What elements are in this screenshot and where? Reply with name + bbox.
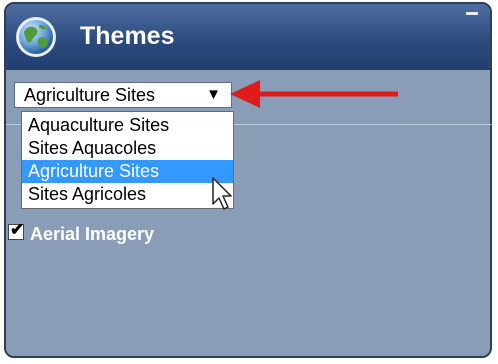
- globe-icon: [16, 17, 56, 57]
- panel-title: Themes: [80, 22, 175, 50]
- dropdown-option-selected[interactable]: Agriculture Sites: [22, 160, 233, 183]
- red-arrow-annotation: [230, 80, 398, 108]
- layer-label: Aerial Imagery: [30, 224, 155, 244]
- minimize-icon[interactable]: [466, 12, 478, 15]
- checkmark-icon: ✔: [10, 220, 25, 239]
- theme-dropdown-list: Aquaculture Sites Sites Aquacoles Agricu…: [21, 111, 234, 209]
- theme-select[interactable]: Agriculture Sites ▼: [14, 82, 232, 108]
- dropdown-option[interactable]: Aquaculture Sites: [22, 114, 233, 137]
- theme-select-value: Agriculture Sites: [24, 85, 156, 105]
- panel-header: Themes: [6, 4, 490, 70]
- mouse-cursor-icon: [212, 177, 232, 210]
- chevron-down-icon: ▼: [206, 86, 221, 103]
- dropdown-option[interactable]: Sites Agricoles: [22, 183, 233, 206]
- dropdown-option[interactable]: Sites Aquacoles: [22, 137, 233, 160]
- layer-checkbox[interactable]: ✔: [8, 220, 24, 240]
